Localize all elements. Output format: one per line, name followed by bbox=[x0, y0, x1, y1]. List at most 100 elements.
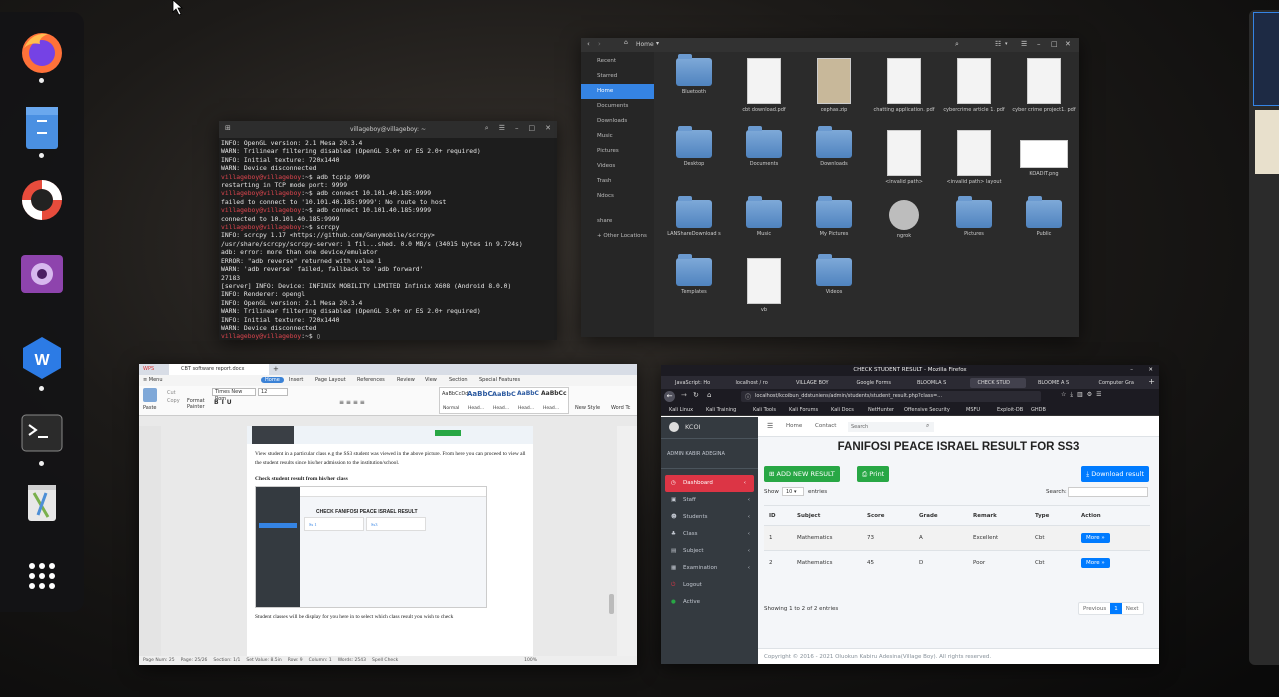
sidebar-item-music[interactable]: Music bbox=[581, 129, 654, 144]
bookmark-item[interactable]: MSFU bbox=[966, 407, 980, 413]
trash-icon[interactable] bbox=[18, 477, 66, 525]
nav-home[interactable]: Home bbox=[786, 423, 802, 429]
firefox-icon[interactable] bbox=[18, 28, 66, 76]
new-tab-icon[interactable]: ⊞ bbox=[225, 124, 231, 132]
toolbar-icons[interactable]: ☆⤓▥⚙☰ bbox=[1061, 391, 1105, 399]
browser-tab[interactable]: BLOOME A S bbox=[1030, 378, 1086, 388]
nav-contact[interactable]: Contact bbox=[815, 423, 836, 429]
file-item[interactable]: vb bbox=[729, 258, 799, 313]
back-icon[interactable]: ‹ bbox=[587, 40, 590, 48]
cut-label[interactable]: Cut bbox=[167, 390, 176, 396]
view-options-icon[interactable]: ▾ bbox=[1005, 41, 1008, 47]
sidebar-item-class[interactable]: ♣ Class ‹ bbox=[661, 526, 758, 543]
file-item[interactable]: cephas.zip bbox=[799, 58, 869, 113]
font-name-input[interactable]: Times New Rom bbox=[212, 388, 256, 402]
search-icon[interactable]: ⌕ bbox=[955, 40, 959, 49]
print-button[interactable]: ⎙ Print bbox=[857, 466, 890, 482]
forward-icon[interactable]: › bbox=[598, 40, 601, 48]
firefox-window[interactable]: CHECK STUDENT RESULT - Mozilla Firefox –… bbox=[661, 365, 1159, 664]
bookmark-item[interactable]: Kali Tools bbox=[753, 407, 776, 413]
file-item[interactable]: chatting application. pdf bbox=[869, 58, 939, 113]
url-input[interactable]: localhost/kcoibun_ddstuniens/admin/stude… bbox=[741, 391, 1041, 402]
menu-special-features[interactable]: Special Features bbox=[479, 377, 520, 383]
column-header[interactable]: ID bbox=[764, 505, 792, 526]
bookmark-item[interactable]: Kali Linux bbox=[669, 407, 693, 413]
column-header[interactable]: Type bbox=[1030, 505, 1076, 526]
browser-tab[interactable]: CHECK STUD bbox=[969, 378, 1026, 388]
hamburger-icon[interactable]: ☰ bbox=[1021, 40, 1027, 48]
back-icon[interactable]: ← bbox=[664, 391, 675, 402]
file-item[interactable]: KOADIT.png bbox=[1009, 130, 1079, 177]
sidebar-item-logout[interactable]: ⏻ Logout bbox=[661, 577, 758, 594]
format-painter-label[interactable]: Format Painter bbox=[187, 398, 207, 410]
maximize-icon[interactable]: □ bbox=[529, 124, 536, 133]
sidebar-item-examination[interactable]: ▦ Examination ‹ bbox=[661, 560, 758, 577]
terminal-icon[interactable] bbox=[18, 409, 66, 457]
close-icon[interactable]: ✕ bbox=[1148, 365, 1153, 376]
column-header[interactable]: Remark bbox=[968, 505, 1030, 526]
sidebar-item-documents[interactable]: Documents bbox=[581, 99, 654, 114]
zoom-level[interactable]: 100% bbox=[524, 656, 537, 665]
file-item[interactable]: Documents bbox=[729, 126, 799, 167]
video-player-icon[interactable] bbox=[18, 250, 66, 298]
sidebar-item-trash[interactable]: Trash bbox=[581, 174, 654, 189]
browser-tab[interactable]: Computer Gra bbox=[1091, 378, 1147, 388]
sidebar-item-dashboard[interactable]: ◷ Dashboard ‹ bbox=[665, 475, 754, 492]
menu-page-layout[interactable]: Page Layout bbox=[315, 377, 346, 383]
browser-tab[interactable]: localhost / ro bbox=[728, 378, 784, 388]
close-icon[interactable]: ✕ bbox=[545, 124, 551, 133]
pagination-next[interactable]: Next bbox=[1122, 603, 1143, 614]
browser-tab[interactable]: JavaScript: Ho bbox=[667, 378, 723, 388]
paste-label[interactable]: Paste bbox=[143, 405, 157, 411]
lock-icon[interactable]: ⓘ bbox=[745, 392, 751, 401]
document-page[interactable]: View student in a particular class e.g t… bbox=[247, 426, 533, 656]
more-button[interactable]: More » bbox=[1081, 533, 1110, 543]
new-tab-icon[interactable]: + bbox=[1148, 377, 1155, 386]
bookmark-item[interactable]: Kali Forums bbox=[789, 407, 818, 413]
file-item[interactable]: cyber crime project1. pdf bbox=[1009, 58, 1079, 113]
view-list-icon[interactable]: ☷ bbox=[995, 40, 1001, 48]
table-search-input[interactable] bbox=[1068, 487, 1148, 497]
menu-insert[interactable]: Insert bbox=[289, 377, 303, 383]
file-item[interactable]: Bluetooth bbox=[659, 54, 729, 95]
bookmark-item[interactable]: Offensive Security bbox=[904, 407, 950, 413]
new-tab-icon[interactable]: + bbox=[273, 365, 279, 373]
maximize-icon[interactable]: □ bbox=[1051, 40, 1058, 48]
sidebar-item-starred[interactable]: Starred bbox=[581, 69, 654, 84]
minimize-icon[interactable]: – bbox=[1130, 365, 1133, 376]
download-result-button[interactable]: ⤓ Download result bbox=[1081, 466, 1149, 482]
bookmark-item[interactable]: Exploit-DB bbox=[997, 407, 1023, 413]
reload-icon[interactable]: ↻ bbox=[693, 391, 699, 399]
pagination-page-1[interactable]: 1 bbox=[1110, 603, 1122, 614]
menu-home[interactable]: Home bbox=[261, 377, 284, 383]
hamburger-icon[interactable]: ☰ bbox=[767, 422, 773, 430]
menu-review[interactable]: Review bbox=[397, 377, 415, 383]
search-input[interactable]: Search bbox=[848, 422, 934, 432]
column-header[interactable]: Action bbox=[1076, 505, 1150, 526]
show-applications-icon[interactable] bbox=[18, 552, 66, 600]
minimize-icon[interactable]: – bbox=[1037, 40, 1041, 48]
forward-icon[interactable]: → bbox=[681, 391, 687, 399]
files-window[interactable]: ‹ › ⌂ Home ▾ ⌕ ☷ ▾ ☰ – □ ✕ Recent Starred… bbox=[581, 38, 1079, 337]
sidebar-item-subject[interactable]: ▤ Subject ‹ bbox=[661, 543, 758, 560]
wps-office-icon[interactable]: W bbox=[18, 334, 66, 382]
bookmark-item[interactable]: NetHunter bbox=[868, 407, 894, 413]
hamburger-icon[interactable]: ☰ bbox=[499, 124, 505, 133]
help-icon[interactable] bbox=[18, 176, 66, 224]
wps-writer-window[interactable]: WPS CBT software report.docx + ≡ Menu Hom… bbox=[139, 364, 637, 665]
wps-tab-document[interactable]: CBT software report.docx bbox=[169, 364, 269, 375]
file-item[interactable]: Downloads bbox=[799, 126, 869, 167]
bookmark-item[interactable]: Kali Docs bbox=[831, 407, 854, 413]
add-new-result-button[interactable]: ⊞ ADD NEW RESULT bbox=[764, 466, 840, 482]
browser-tab[interactable]: BLOOMLA S bbox=[909, 378, 965, 388]
column-header[interactable]: Subject bbox=[792, 505, 862, 526]
sidebar-item-students[interactable]: ☻ Students ‹ bbox=[661, 509, 758, 526]
file-item[interactable]: cybercrime article 1. pdf bbox=[939, 58, 1009, 113]
file-item[interactable]: ngrok bbox=[869, 200, 939, 239]
file-item[interactable]: Videos bbox=[799, 254, 869, 295]
browser-tab[interactable]: Google Forms bbox=[849, 378, 905, 388]
font-style-buttons[interactable]: BIU bbox=[214, 399, 235, 406]
home-icon[interactable]: ⌂ bbox=[707, 391, 711, 399]
styles-gallery[interactable]: AaBbCcDd AaBbC AaBbC AaBbC AaBbCc Normal… bbox=[439, 387, 569, 414]
workspace-thumbnail[interactable] bbox=[1249, 10, 1279, 665]
